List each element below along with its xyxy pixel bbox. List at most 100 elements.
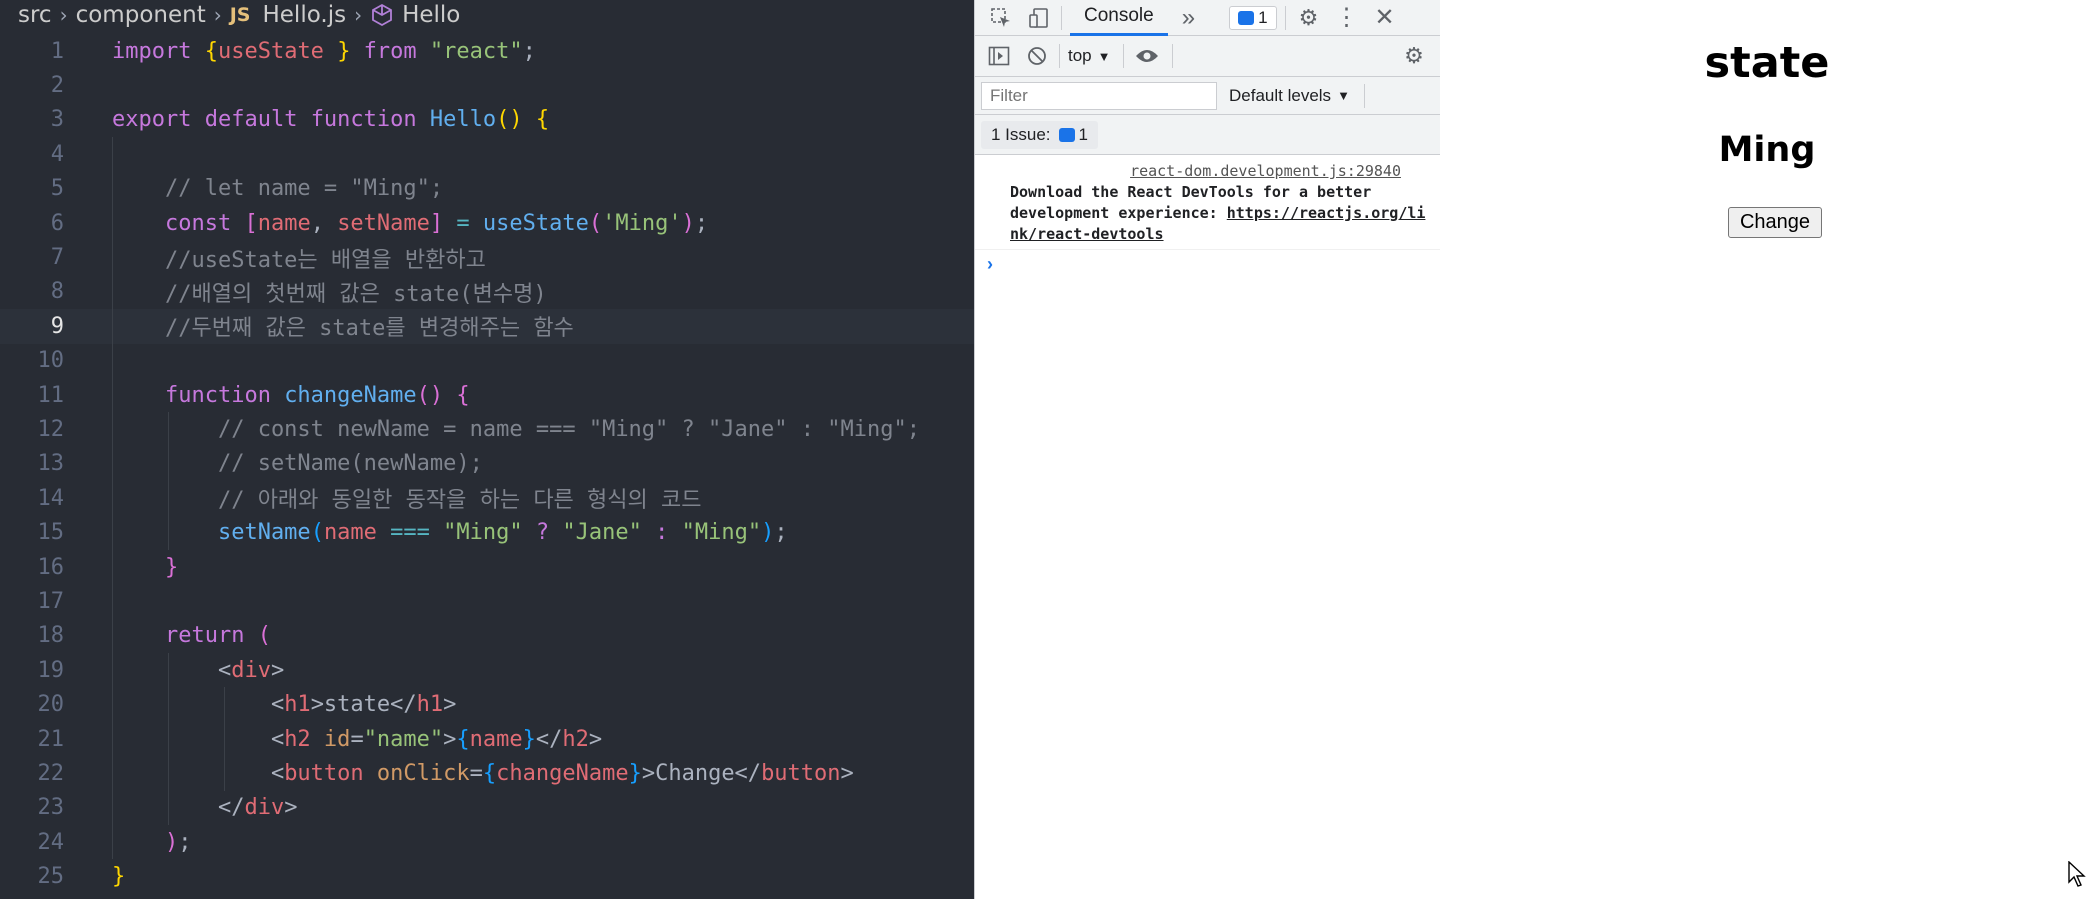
issues-button[interactable]: 1 Issue: 1 <box>981 120 1099 149</box>
issue-message-icon <box>1058 127 1075 142</box>
code-token: h2 <box>284 726 311 752</box>
code-line[interactable]: 22 <button onClick={changeName}>Change</… <box>0 756 974 791</box>
code-token: { <box>204 38 218 64</box>
line-number: 17 <box>37 588 65 614</box>
devtools-panel: Console » 1 ⚙ ⋮ ✕ top ▼ ⚙ Default <box>974 0 1441 899</box>
settings-gear-icon[interactable]: ⚙ <box>1294 5 1324 31</box>
code-line[interactable]: 24 ); <box>0 824 974 860</box>
indent-guide <box>112 205 113 241</box>
clear-console-icon[interactable] <box>1023 46 1051 66</box>
code-token: id <box>310 726 351 752</box>
code-line[interactable]: 20 <h1>state</h1> <box>0 687 974 722</box>
code-token: setName <box>112 520 311 546</box>
dropdown-arrow-icon: ▼ <box>1337 88 1350 103</box>
code-line[interactable]: 14 // 아래와 동일한 동작을 하는 다른 형식의 코드 <box>0 481 974 516</box>
sidebar-toggle-icon[interactable] <box>985 46 1013 66</box>
code-token: < <box>112 726 285 752</box>
breadcrumb-symbol[interactable]: Hello <box>402 2 460 28</box>
breadcrumb-folder-src[interactable]: src <box>0 2 52 28</box>
filter-input[interactable] <box>981 81 1217 110</box>
close-icon[interactable]: ✕ <box>1370 3 1400 32</box>
code-token: const <box>112 210 245 236</box>
line-number: 1 <box>50 38 64 64</box>
code-line[interactable]: 18 return ( <box>0 618 974 654</box>
indent-guide <box>112 756 113 791</box>
indent-guide <box>112 653 113 688</box>
breadcrumb: src › component › JS Hello.js › Hello <box>0 0 974 30</box>
line-number: 21 <box>37 726 65 752</box>
console-settings-gear-icon[interactable]: ⚙ <box>1399 43 1429 69</box>
code-line[interactable]: 17 <box>0 584 974 619</box>
issues-label: 1 Issue: <box>991 124 1051 144</box>
indent-guide <box>168 653 169 688</box>
line-number: 12 <box>37 416 65 442</box>
code-text: ); <box>64 830 192 855</box>
code-line[interactable]: 9 //두번째 값은 state를 변경해주는 함수 <box>0 309 974 344</box>
code-token: h1 <box>416 692 444 718</box>
code-line[interactable]: 13 // setName(newName); <box>0 446 974 482</box>
code-editor[interactable]: src › component › JS Hello.js › Hello 1i… <box>0 0 974 899</box>
breadcrumb-folder-component[interactable]: component <box>76 2 206 28</box>
code-line[interactable]: 10 <box>0 343 974 378</box>
code-line[interactable]: 19 <div> <box>0 653 974 688</box>
more-tabs-icon[interactable]: » <box>1182 4 1195 32</box>
code-token: > <box>443 692 457 718</box>
code-line[interactable]: 2 <box>0 68 974 102</box>
symbol-cube-icon <box>372 3 392 27</box>
line-number: 6 <box>50 210 64 236</box>
code-text: <button onClick={changeName}>Change</but… <box>64 761 854 786</box>
code-text: export default function Hello() { <box>64 107 549 132</box>
indent-guide <box>168 446 169 482</box>
code-line[interactable]: 11 function changeName() { <box>0 377 974 413</box>
tab-console[interactable]: Console <box>1070 0 1168 36</box>
code-line[interactable]: 7 //useState는 배열을 반환하고 <box>0 240 974 275</box>
context-select[interactable]: top ▼ <box>1068 46 1111 66</box>
console-prompt-icon[interactable]: › <box>975 250 1441 275</box>
code-token: >Change</ <box>641 760 762 786</box>
code-line[interactable]: 12 // const newName = name === "Ming" ? … <box>0 412 974 447</box>
console-source-link[interactable]: react-dom.development.js:29840 <box>1010 161 1431 182</box>
messages-badge[interactable]: 1 <box>1229 5 1277 30</box>
code-text: </div> <box>64 795 298 820</box>
messages-count: 1 <box>1258 7 1268 27</box>
code-line[interactable]: 3 export default function Hello() { <box>0 103 974 137</box>
eye-icon[interactable] <box>1132 48 1162 64</box>
code-line[interactable]: 6 const [name, setName] = useState('Ming… <box>0 205 974 241</box>
code-line[interactable]: 25} <box>0 859 974 893</box>
code-token: default <box>204 107 311 133</box>
code-token: div <box>231 657 271 683</box>
code-lines[interactable]: 1 import {useState } from "react"; 2 3 expor… <box>0 34 974 894</box>
code-token: ; <box>522 38 536 64</box>
code-text: import {useState } from "react"; <box>64 39 536 64</box>
indent-guide <box>112 446 113 482</box>
breadcrumb-file[interactable]: Hello.js <box>262 2 346 28</box>
indent-guide <box>112 481 113 516</box>
indent-guide <box>112 584 113 619</box>
indent-guide <box>168 721 169 757</box>
log-levels-select[interactable]: Default levels ▼ <box>1229 86 1350 106</box>
code-line[interactable]: 15 setName(name === "Ming" ? "Jane" : "M… <box>0 515 974 550</box>
code-token: //useState는 배열을 반환하고 <box>112 247 486 273</box>
code-token: { <box>456 382 470 408</box>
code-line[interactable]: 4 <box>0 137 974 172</box>
code-line[interactable]: 8 //배열의 첫번째 값은 state(변수명) <box>0 274 974 310</box>
mouse-cursor-icon <box>2068 861 2086 887</box>
code-token: ( <box>588 210 603 236</box>
code-text: // const newName = name === "Ming" ? "Ja… <box>64 417 920 442</box>
indent-guide <box>112 618 113 654</box>
inspect-element-icon[interactable] <box>987 7 1015 29</box>
device-toolbar-icon[interactable] <box>1025 7 1053 29</box>
code-token: ; <box>774 520 788 546</box>
indent-guide <box>112 309 113 344</box>
code-line[interactable]: 21 <h2 id="name">{name}</h2> <box>0 721 974 757</box>
indent-guide <box>112 377 113 413</box>
code-line[interactable]: 23 </div> <box>0 790 974 825</box>
code-line[interactable]: 1 import {useState } from "react"; <box>0 34 974 68</box>
kebab-menu-icon[interactable]: ⋮ <box>1332 3 1362 32</box>
change-button[interactable]: Change <box>1728 207 1822 238</box>
code-line[interactable]: 5 // let name = "Ming"; <box>0 171 974 206</box>
code-line[interactable]: 16 } <box>0 549 974 585</box>
console-output: react-dom.development.js:29840 Download … <box>975 155 1441 275</box>
indent-guide <box>224 687 225 722</box>
code-token: "react" <box>429 38 523 64</box>
